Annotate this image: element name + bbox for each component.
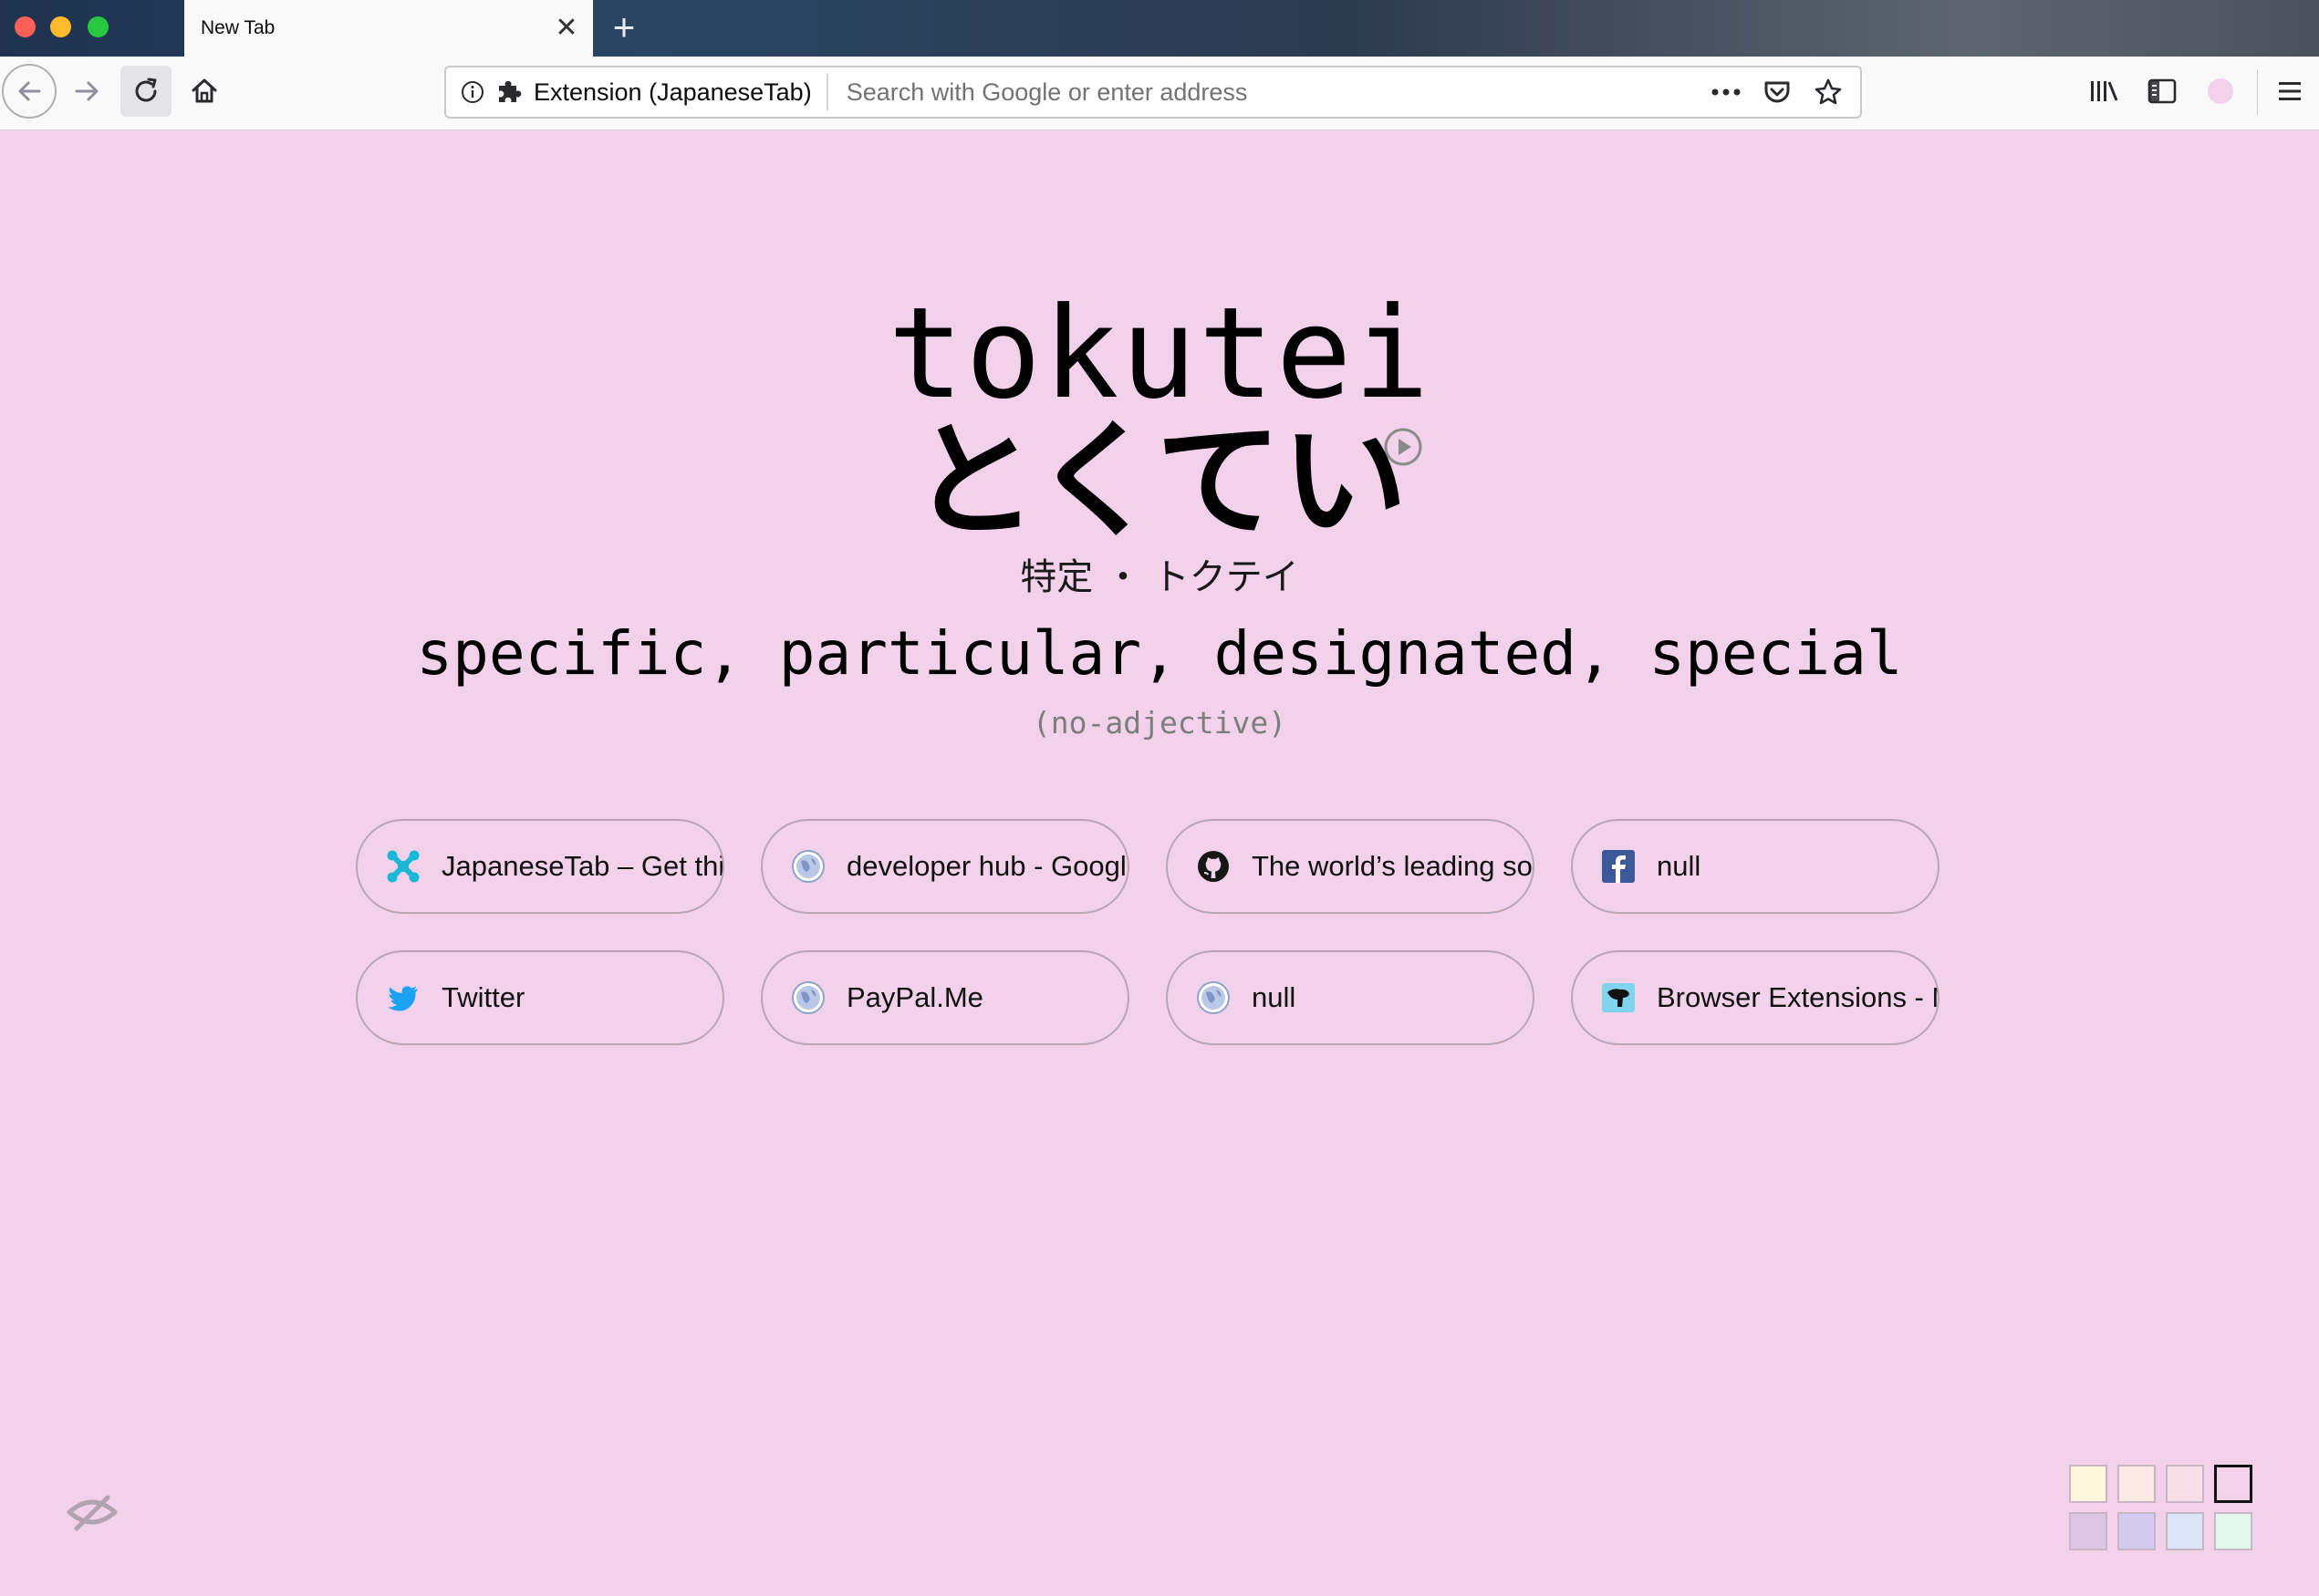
shortcut-label: The world’s leading sof bbox=[1252, 850, 1533, 882]
extension-dot-icon bbox=[2208, 78, 2233, 104]
bookmark-button[interactable] bbox=[1809, 73, 1847, 111]
globe-icon bbox=[792, 981, 825, 1014]
hamburger-menu-icon bbox=[2279, 82, 2301, 100]
shortcut-tile[interactable]: PayPal.Me bbox=[761, 950, 1129, 1045]
japanesetab-icon bbox=[387, 850, 420, 883]
theme-color-picker bbox=[2069, 1465, 2252, 1550]
menu-button[interactable] bbox=[2264, 66, 2315, 117]
library-icon bbox=[2091, 81, 2118, 101]
color-swatch[interactable] bbox=[2214, 1465, 2252, 1503]
globe-icon bbox=[792, 850, 825, 883]
word-romaji: tokutei bbox=[888, 280, 1431, 427]
color-swatch[interactable] bbox=[2069, 1465, 2107, 1503]
github-icon bbox=[1198, 851, 1229, 882]
identity-box[interactable]: Extension (JapaneseTab) bbox=[446, 67, 827, 117]
shortcut-tile[interactable]: Twitter bbox=[356, 950, 724, 1045]
word-kana: とくてい bbox=[911, 408, 1408, 554]
shortcut-tile[interactable]: null bbox=[1166, 950, 1534, 1045]
top-sites-grid: JapaneseTab – Get this developer hub - G… bbox=[356, 819, 1939, 1045]
shortcut-tile[interactable]: Browser Extensions - M bbox=[1571, 950, 1939, 1045]
sidebar-button[interactable] bbox=[2137, 66, 2188, 117]
tab-title: New Tab bbox=[201, 17, 276, 38]
shortcut-label: developer hub - Google bbox=[847, 850, 1128, 882]
globe-icon bbox=[1197, 981, 1230, 1014]
word-meaning: specific, particular, designated, specia… bbox=[416, 618, 1903, 689]
url-bar[interactable]: Extension (JapaneseTab) bbox=[444, 66, 1862, 119]
window-close-button[interactable] bbox=[15, 16, 36, 37]
browser-extensions-icon bbox=[1602, 983, 1635, 1012]
pocket-button[interactable] bbox=[1758, 73, 1796, 111]
window-minimize-button[interactable] bbox=[50, 16, 71, 37]
forward-icon bbox=[75, 81, 99, 101]
url-actions bbox=[1707, 73, 1860, 111]
word-kanji-reading: 特定 ・ トクテイ bbox=[1020, 556, 1299, 598]
facebook-icon bbox=[1602, 850, 1635, 883]
url-divider bbox=[826, 74, 828, 110]
reload-button[interactable] bbox=[120, 66, 172, 117]
shortcut-tile[interactable]: null bbox=[1571, 819, 1939, 914]
reload-icon bbox=[135, 78, 157, 102]
library-button[interactable] bbox=[2078, 66, 2129, 117]
shortcut-label: null bbox=[1657, 850, 1701, 882]
tab-close-icon[interactable]: ✕ bbox=[551, 13, 582, 44]
pocket-icon bbox=[1764, 81, 1790, 103]
tab-strip: New Tab ✕ + bbox=[0, 0, 2319, 57]
shortcut-tile[interactable]: The world’s leading sof bbox=[1166, 819, 1534, 914]
color-swatch[interactable] bbox=[2166, 1512, 2204, 1550]
shortcut-label: Browser Extensions - M bbox=[1657, 981, 1938, 1013]
color-swatch[interactable] bbox=[2117, 1512, 2156, 1550]
toolbar-divider bbox=[2257, 69, 2258, 115]
hide-eye-icon[interactable] bbox=[64, 1490, 120, 1534]
page-actions-button[interactable] bbox=[1707, 73, 1745, 111]
shortcut-label: PayPal.Me bbox=[847, 981, 983, 1013]
identity-label: Extension (JapaneseTab) bbox=[534, 78, 812, 106]
bookmark-star-icon bbox=[1815, 78, 1842, 105]
play-audio-icon[interactable] bbox=[1383, 427, 1423, 467]
shortcut-label: JapaneseTab – Get this bbox=[442, 850, 723, 882]
info-icon bbox=[462, 81, 484, 103]
forward-button[interactable] bbox=[62, 66, 113, 117]
home-button[interactable] bbox=[179, 66, 230, 117]
color-swatch[interactable] bbox=[2166, 1465, 2204, 1503]
navigation-toolbar: Extension (JapaneseTab) bbox=[0, 57, 2319, 130]
color-swatch[interactable] bbox=[2117, 1465, 2156, 1503]
address-input[interactable] bbox=[844, 73, 1707, 111]
back-icon bbox=[18, 81, 41, 101]
color-swatch[interactable] bbox=[2069, 1512, 2107, 1550]
home-icon bbox=[192, 78, 217, 103]
puzzle-icon bbox=[499, 80, 522, 102]
extension-button[interactable] bbox=[2195, 66, 2246, 117]
twitter-icon bbox=[388, 986, 418, 1011]
back-button[interactable] bbox=[2, 64, 57, 119]
shortcut-tile[interactable]: JapaneseTab – Get this bbox=[356, 819, 724, 914]
tab-new-tab[interactable]: New Tab ✕ bbox=[184, 0, 593, 57]
more-icon bbox=[1711, 88, 1741, 96]
shortcut-label: Twitter bbox=[442, 981, 525, 1013]
sidebar-icon bbox=[2147, 78, 2177, 104]
shortcut-tile[interactable]: developer hub - Google bbox=[761, 819, 1129, 914]
new-tab-button[interactable]: + bbox=[604, 5, 644, 49]
window-maximize-button[interactable] bbox=[88, 16, 109, 37]
shortcut-label: null bbox=[1252, 981, 1296, 1013]
color-swatch[interactable] bbox=[2214, 1512, 2252, 1550]
word-part-of-speech: (no-adjective) bbox=[1032, 705, 1287, 741]
